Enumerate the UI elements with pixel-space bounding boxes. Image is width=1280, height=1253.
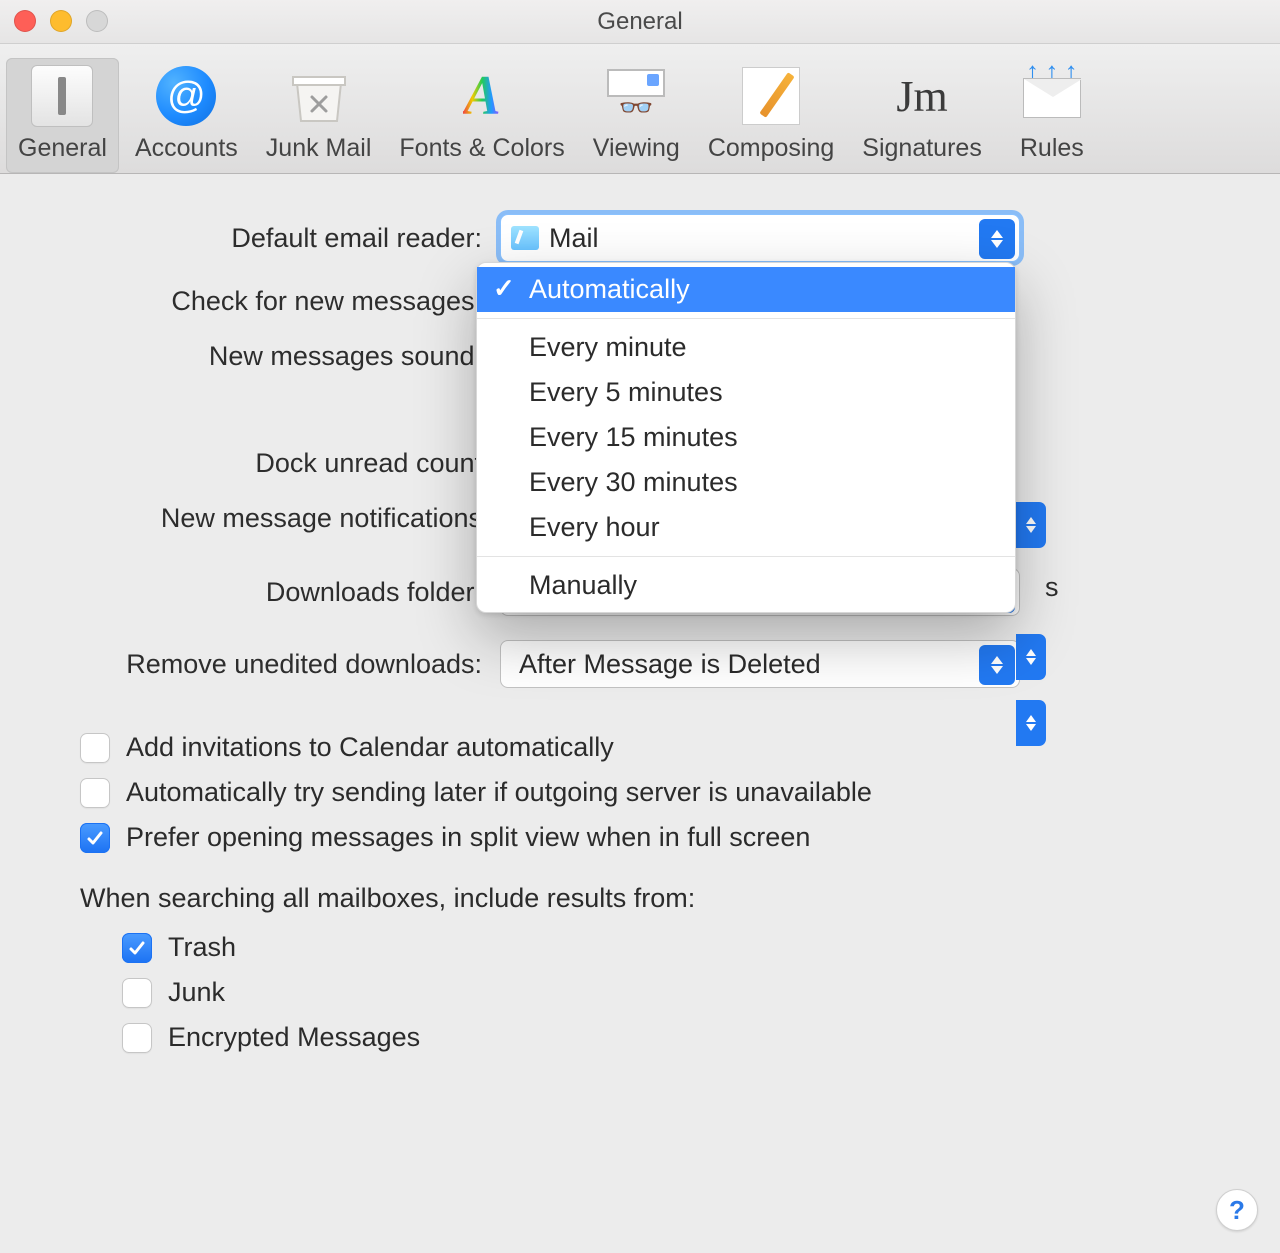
tab-signatures[interactable]: Jm Signatures <box>850 58 994 173</box>
default-reader-value: Mail <box>549 223 1009 254</box>
check-menu-item-every-hour[interactable]: Every hour <box>477 505 1015 550</box>
auto-send-later-label: Automatically try sending later if outgo… <box>126 777 872 808</box>
search-junk-label: Junk <box>168 977 225 1008</box>
split-view-checkbox[interactable] <box>80 823 110 853</box>
add-invitations-label: Add invitations to Calendar automaticall… <box>126 732 614 763</box>
search-heading: When searching all mailboxes, include re… <box>80 883 1220 914</box>
search-encrypted-row: Encrypted Messages <box>122 1022 1220 1053</box>
check-menu-item-every-15[interactable]: Every 15 minutes <box>477 415 1015 460</box>
composing-icon <box>739 64 803 128</box>
minimize-window-button[interactable] <box>50 10 72 32</box>
accounts-icon: @ <box>154 64 218 128</box>
check-menu-item-every-5[interactable]: Every 5 minutes <box>477 370 1015 415</box>
zoom-window-button[interactable] <box>86 10 108 32</box>
tab-general[interactable]: General <box>6 58 119 173</box>
play-sounds-trailing-text: s <box>1045 572 1059 603</box>
rules-icon: ↑↑↑ <box>1020 64 1084 128</box>
help-button[interactable]: ? <box>1216 1189 1258 1231</box>
default-reader-label: Default email reader: <box>60 223 500 254</box>
notifications-dropdown-stepper[interactable] <box>1016 700 1046 746</box>
menu-separator <box>477 318 1015 319</box>
window-controls <box>14 10 108 32</box>
mail-app-icon <box>511 226 539 250</box>
search-encrypted-checkbox[interactable] <box>122 1023 152 1053</box>
remove-unedited-value: After Message is Deleted <box>511 649 1009 680</box>
general-icon <box>30 64 94 128</box>
dropdown-stepper-icon <box>979 645 1015 685</box>
downloads-folder-label: Downloads folder: <box>60 577 500 608</box>
default-reader-dropdown[interactable]: Mail <box>500 214 1020 262</box>
sound-label: New messages sound: <box>60 341 500 372</box>
notifications-label: New message notifications <box>60 503 500 534</box>
sound-dropdown-stepper[interactable] <box>1016 502 1046 548</box>
split-view-checkbox-row: Prefer opening messages in split view wh… <box>80 822 1220 853</box>
dropdown-stepper-icon <box>979 219 1015 259</box>
check-messages-label: Check for new messages: <box>60 286 500 317</box>
fonts-colors-icon: A <box>450 64 514 128</box>
search-junk-checkbox[interactable] <box>122 978 152 1008</box>
search-trash-row: Trash <box>122 932 1220 963</box>
search-trash-label: Trash <box>168 932 236 963</box>
tab-accounts[interactable]: @ Accounts <box>123 58 250 173</box>
tab-composing[interactable]: Composing <box>696 58 846 173</box>
add-invitations-checkbox[interactable] <box>80 733 110 763</box>
general-pane: Default email reader: Mail Check for new… <box>0 174 1280 1107</box>
remove-unedited-dropdown[interactable]: After Message is Deleted <box>500 640 1020 688</box>
add-invitations-checkbox-row: Add invitations to Calendar automaticall… <box>80 732 1220 763</box>
check-menu-item-automatically[interactable]: Automatically <box>477 267 1015 312</box>
split-view-label: Prefer opening messages in split view wh… <box>126 822 810 853</box>
close-window-button[interactable] <box>14 10 36 32</box>
tab-fonts-colors[interactable]: A Fonts & Colors <box>387 58 576 173</box>
search-encrypted-label: Encrypted Messages <box>168 1022 420 1053</box>
remove-unedited-label: Remove unedited downloads: <box>60 649 500 680</box>
menu-separator <box>477 556 1015 557</box>
check-messages-menu: Automatically Every minute Every 5 minut… <box>476 262 1016 613</box>
window-title: General <box>0 8 1280 36</box>
search-junk-row: Junk <box>122 977 1220 1008</box>
dock-unread-dropdown-stepper[interactable] <box>1016 634 1046 680</box>
help-icon: ? <box>1229 1195 1245 1226</box>
viewing-icon: 👓 <box>604 64 668 128</box>
check-menu-item-manually[interactable]: Manually <box>477 563 1015 608</box>
junk-mail-icon <box>287 64 351 128</box>
tab-viewing[interactable]: 👓 Viewing <box>581 58 692 173</box>
tab-rules[interactable]: ↑↑↑ Rules <box>998 58 1106 173</box>
tab-junk-mail[interactable]: Junk Mail <box>254 58 384 173</box>
signatures-icon: Jm <box>890 64 954 128</box>
auto-send-later-checkbox[interactable] <box>80 778 110 808</box>
auto-send-later-checkbox-row: Automatically try sending later if outgo… <box>80 777 1220 808</box>
window-titlebar: General <box>0 0 1280 44</box>
dock-unread-label: Dock unread count <box>60 448 500 479</box>
preferences-toolbar: General @ Accounts Junk Mail A Fonts & C… <box>0 44 1280 174</box>
search-trash-checkbox[interactable] <box>122 933 152 963</box>
check-menu-item-every-minute[interactable]: Every minute <box>477 325 1015 370</box>
check-menu-item-every-30[interactable]: Every 30 minutes <box>477 460 1015 505</box>
